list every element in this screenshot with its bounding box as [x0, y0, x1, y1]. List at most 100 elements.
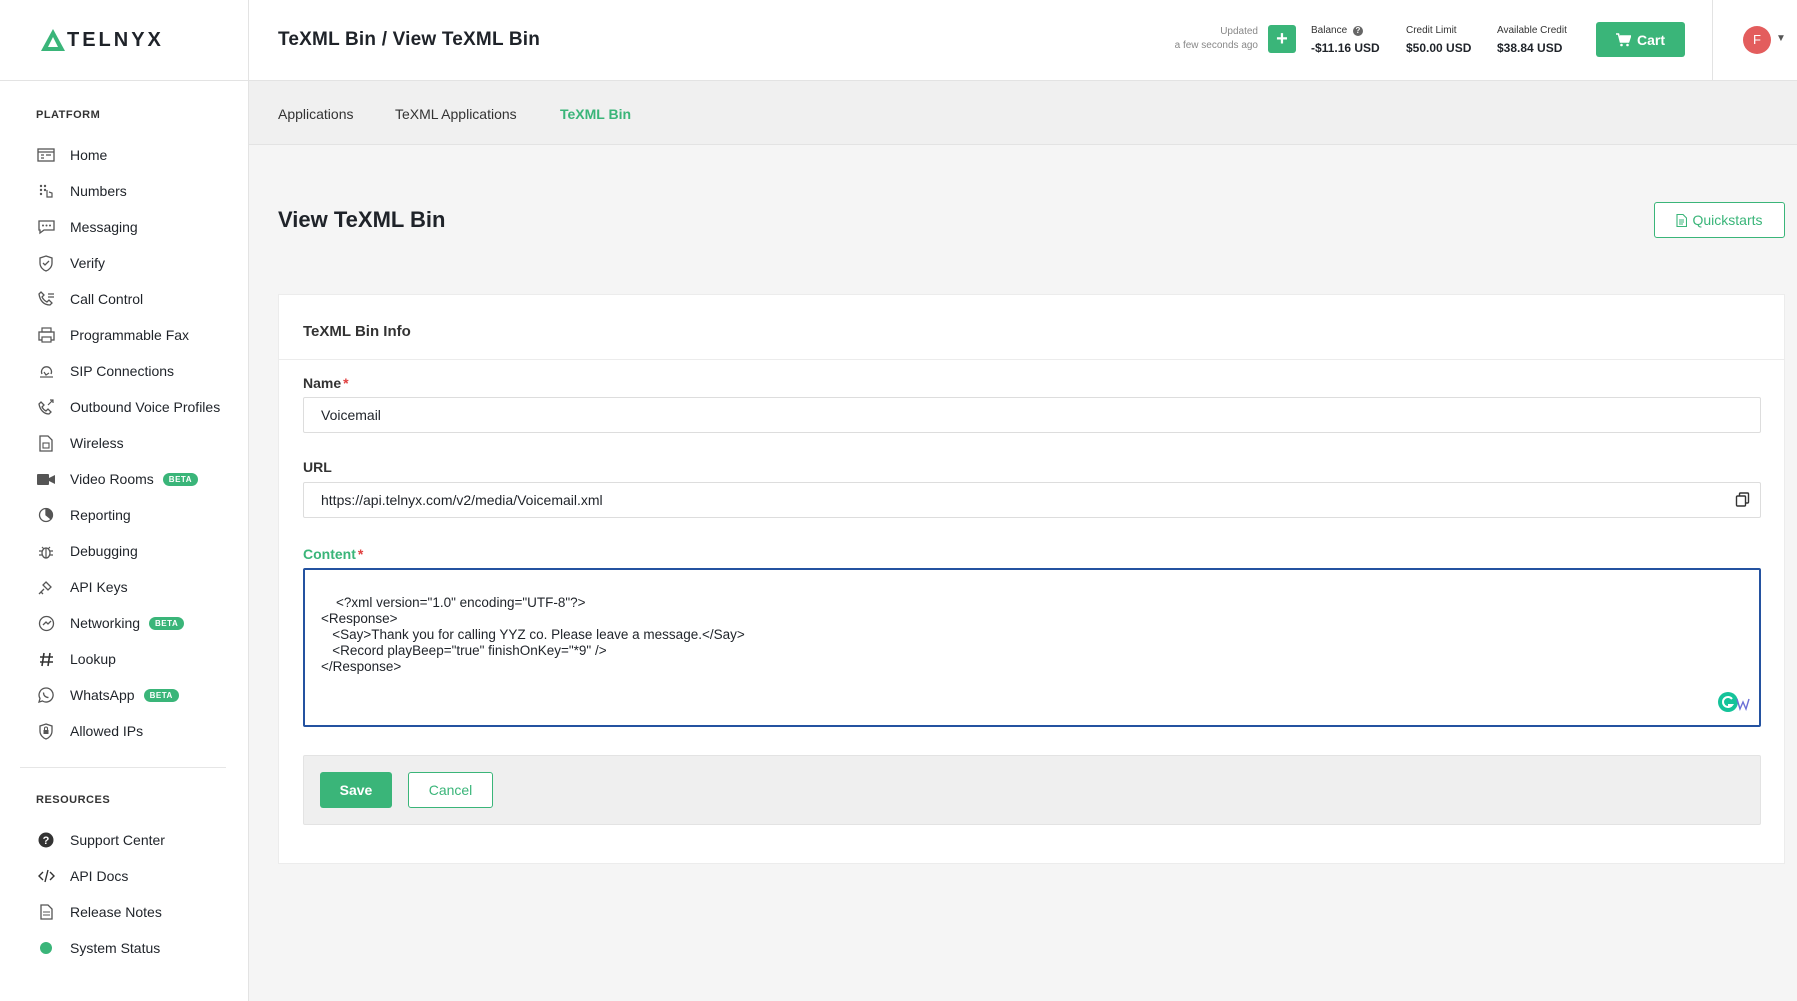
sidebar-item-label: API Keys	[70, 579, 128, 595]
sidebar-item-lookup[interactable]: Lookup	[0, 641, 248, 677]
sidebar-item-label: Messaging	[70, 219, 138, 235]
key-icon	[36, 577, 56, 597]
page-title: View TeXML Bin	[278, 207, 446, 232]
name-field[interactable]: Voicemail	[303, 397, 1761, 433]
credit-limit-stat: Credit Limit $50.00 USD	[1406, 24, 1471, 55]
sidebar-item-label: Allowed IPs	[70, 723, 144, 739]
cart-button[interactable]: Cart	[1596, 22, 1685, 57]
beta-badge: BETA	[162, 472, 198, 486]
video-camera-icon	[36, 469, 56, 489]
phone-icon	[36, 289, 56, 309]
sip-icon	[36, 361, 56, 381]
copy-icon[interactable]	[1735, 492, 1751, 508]
sidebar-item-call-control[interactable]: Call Control	[0, 281, 248, 317]
content-label-text: Content	[303, 546, 356, 562]
url-label: URL	[303, 459, 332, 475]
available-credit-value: $38.84 USD	[1497, 41, 1563, 55]
url-value: https://api.telnyx.com/v2/media/Voicemai…	[321, 492, 603, 508]
add-funds-button[interactable]: +	[1268, 25, 1296, 53]
sidebar-item-label: Networking	[70, 615, 141, 631]
outbound-phone-icon	[36, 397, 56, 417]
sidebar-item-label: SIP Connections	[70, 363, 175, 379]
tab-texml-applications[interactable]: TeXML Applications	[395, 106, 517, 122]
sidebar-item-label: Programmable Fax	[70, 327, 190, 343]
cart-icon	[1615, 32, 1631, 46]
sidebar-divider	[20, 767, 226, 768]
tab-applications[interactable]: Applications	[278, 106, 354, 122]
cancel-button[interactable]: Cancel	[408, 772, 493, 808]
sidebar-item-outbound-voice-profiles[interactable]: Outbound Voice Profiles	[0, 389, 248, 425]
balance-label: Balance	[1311, 25, 1348, 36]
content-textarea[interactable]: <?xml version="1.0" encoding="UTF-8"?> <…	[303, 568, 1761, 727]
sidebar-item-api-docs[interactable]: API Docs	[0, 858, 248, 894]
available-credit-label: Available Credit	[1497, 25, 1567, 36]
sidebar-item-programmable-fax[interactable]: Programmable Fax	[0, 317, 248, 353]
sidebar-item-label: Numbers	[70, 183, 127, 199]
form-actions: Save Cancel	[303, 755, 1761, 825]
breadcrumb: TeXML Bin / View TeXML Bin	[278, 29, 541, 50]
sidebar-item-release-notes[interactable]: Release Notes	[0, 894, 248, 930]
shield-icon	[36, 721, 56, 741]
sidebar-item-networking[interactable]: Networking BETA	[0, 605, 248, 641]
sidebar-item-label: Lookup	[70, 651, 116, 667]
tab-texml-bin[interactable]: TeXML Bin	[560, 106, 631, 122]
sidebar-item-label: Call Control	[70, 291, 144, 307]
numbers-icon	[36, 181, 56, 201]
sidebar: TELNYX PLATFORM Home Numbers Messaging Veri…	[0, 0, 249, 1001]
message-icon	[36, 217, 56, 237]
sidebar-item-api-keys[interactable]: API Keys	[0, 569, 248, 605]
sidebar-item-sip-connections[interactable]: SIP Connections	[0, 353, 248, 389]
resources-section-title: RESOURCES	[36, 794, 111, 806]
url-field[interactable]: https://api.telnyx.com/v2/media/Voicemai…	[303, 482, 1761, 518]
sub-navigation-tabs: Applications TeXML Applications TeXML Bi…	[249, 81, 1797, 145]
name-label: Name *	[303, 375, 349, 391]
sidebar-item-support-center[interactable]: ? Support Center	[0, 822, 248, 858]
sidebar-item-label: Video Rooms	[70, 471, 154, 487]
sidebar-item-wireless[interactable]: Wireless	[0, 425, 248, 461]
status-dot-icon	[36, 938, 56, 958]
sidebar-item-allowed-ips[interactable]: Allowed IPs	[0, 713, 248, 749]
required-marker: *	[343, 375, 349, 391]
sidebar-item-label: System Status	[70, 940, 161, 956]
telnyx-logo-icon	[41, 29, 65, 51]
quickstarts-label: Quickstarts	[1692, 212, 1763, 228]
sidebar-item-reporting[interactable]: Reporting	[0, 497, 248, 533]
cart-label: Cart	[1636, 31, 1665, 48]
code-icon	[36, 866, 56, 886]
sidebar-item-label: Debugging	[70, 543, 138, 559]
help-icon: ?	[36, 830, 56, 850]
sidebar-item-label: Verify	[70, 255, 106, 271]
sidebar-item-verify[interactable]: Verify	[0, 245, 248, 281]
balance-value: -$11.16 USD	[1311, 41, 1380, 55]
sidebar-item-label: Home	[70, 147, 108, 163]
hash-icon	[36, 649, 56, 669]
available-credit-stat: Available Credit $38.84 USD	[1497, 24, 1567, 55]
sidebar-item-whatsapp[interactable]: WhatsApp BETA	[0, 677, 248, 713]
save-button[interactable]: Save	[320, 772, 392, 808]
sidebar-item-messaging[interactable]: Messaging	[0, 209, 248, 245]
document-icon	[36, 902, 56, 922]
grammarly-icon[interactable]	[1717, 691, 1751, 713]
sidebar-item-debugging[interactable]: Debugging	[0, 533, 248, 569]
bug-icon	[36, 541, 56, 561]
balance-stat: Balance ? -$11.16 USD	[1311, 24, 1380, 55]
sidebar-item-label: WhatsApp	[70, 687, 135, 703]
sidebar-item-home[interactable]: Home	[0, 137, 248, 173]
network-icon	[36, 613, 56, 633]
shield-check-icon	[36, 253, 56, 273]
help-icon[interactable]: ?	[1352, 26, 1363, 36]
whatsapp-icon	[36, 685, 56, 705]
document-icon	[1676, 213, 1688, 227]
home-icon	[36, 145, 56, 165]
sidebar-item-system-status[interactable]: System Status	[0, 930, 248, 966]
sidebar-item-video-rooms[interactable]: Video Rooms BETA	[0, 461, 248, 497]
telnyx-logo[interactable]: TELNYX	[0, 0, 248, 81]
quickstarts-button[interactable]: Quickstarts	[1654, 202, 1785, 238]
chevron-down-icon[interactable]: ▼	[1776, 33, 1786, 44]
credit-limit-label: Credit Limit	[1406, 25, 1457, 36]
updated-status: Updated a few seconds ago	[1175, 25, 1258, 53]
credit-limit-value: $50.00 USD	[1406, 41, 1472, 55]
avatar[interactable]: F	[1743, 26, 1771, 54]
content-value: <?xml version="1.0" encoding="UTF-8"?> <…	[321, 595, 745, 674]
sidebar-item-numbers[interactable]: Numbers	[0, 173, 248, 209]
